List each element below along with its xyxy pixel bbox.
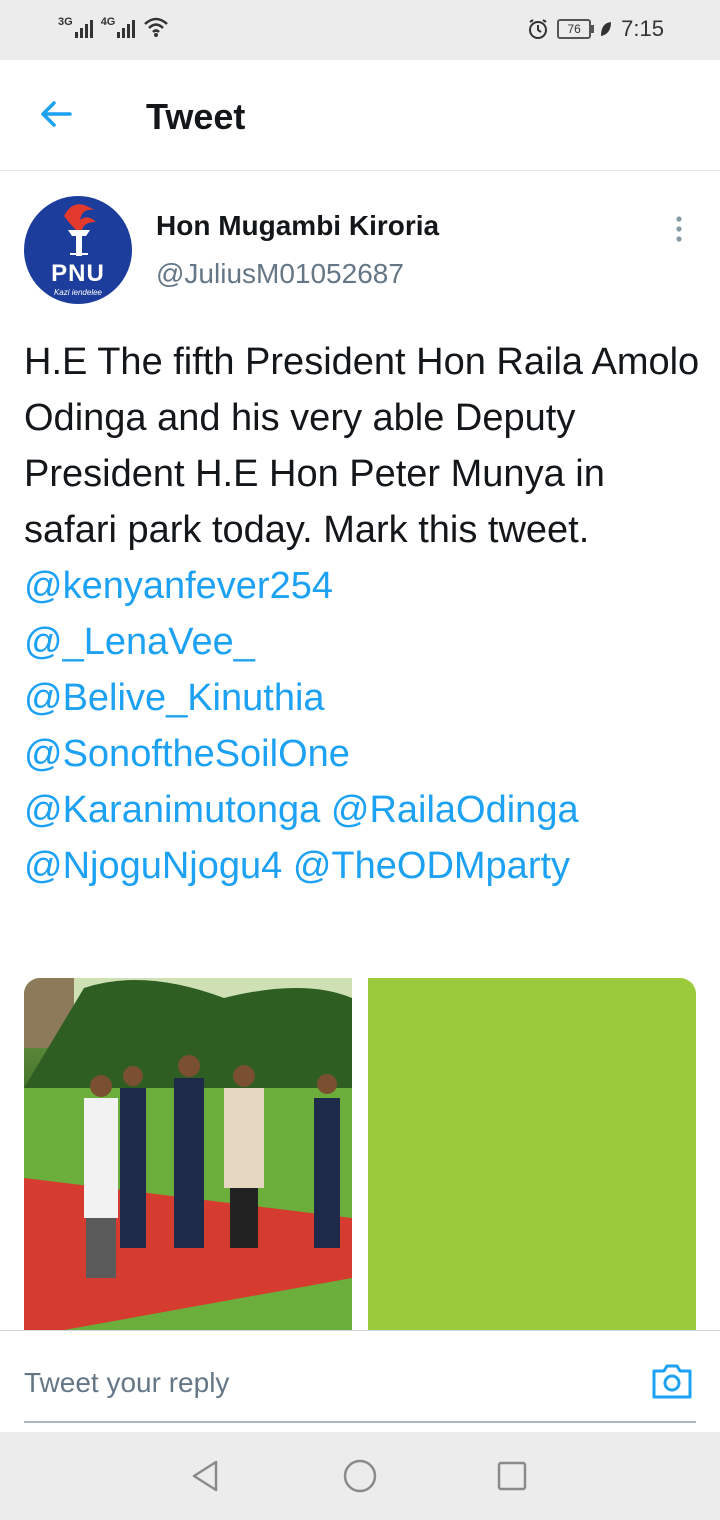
more-vertical-icon[interactable] xyxy=(666,214,692,244)
status-bar: 3G 4G 76 7:15 xyxy=(0,0,720,60)
author-handle[interactable]: @JuliusM01052687 xyxy=(156,258,404,290)
tweet-media xyxy=(24,978,696,1330)
alarm-icon xyxy=(529,19,548,39)
author-display-name[interactable]: Hon Mugambi Kiroria xyxy=(156,210,439,242)
signal-group: 3G 4G xyxy=(58,16,169,38)
page-title: Tweet xyxy=(146,96,246,137)
mention-link[interactable]: @RailaOdinga xyxy=(331,789,579,831)
network-type-label: 4G xyxy=(100,16,116,28)
signal-4g: 4G xyxy=(100,16,136,38)
avatar[interactable]: PNU Kazi iendelee xyxy=(24,196,132,304)
signal-3g: 3G xyxy=(58,16,93,38)
mention-link[interactable]: @SonoftheSoilOne xyxy=(24,733,350,775)
status-right-group: 76 7:15 xyxy=(527,16,664,42)
clock: 7:15 xyxy=(621,16,664,41)
tweet-photo[interactable] xyxy=(24,978,352,1330)
battery-indicator: 76 xyxy=(557,19,595,39)
tweet-photo-2[interactable] xyxy=(368,978,696,1330)
network-type-label: 3G xyxy=(58,16,73,28)
photo-scene xyxy=(24,978,352,1330)
nav-home-icon[interactable] xyxy=(340,1456,380,1496)
avatar-tagline: Kazi iendelee xyxy=(53,288,103,297)
nav-recents-icon[interactable] xyxy=(492,1456,532,1496)
reply-input[interactable]: Tweet your reply xyxy=(24,1367,229,1399)
mention-link[interactable]: @_LenaVee_ xyxy=(24,621,255,663)
signal-bars-icon xyxy=(74,18,93,38)
mention-link[interactable]: @kenyanfever254 xyxy=(24,565,333,607)
tweet-text-content: H.E The fifth President Hon Raila Amolo … xyxy=(24,341,700,551)
app-header: Tweet xyxy=(0,60,720,171)
system-nav-bar xyxy=(0,1432,720,1520)
mention-link[interactable]: @NjoguNjogu4 xyxy=(24,845,282,887)
mention-link[interactable]: @Karanimutonga xyxy=(24,789,320,831)
leaf-icon xyxy=(601,22,612,36)
tweet-text: H.E The fifth President Hon Raila Amolo … xyxy=(24,334,704,894)
camera-icon[interactable] xyxy=(650,1359,694,1403)
avatar-logo-text: PNU xyxy=(51,260,105,287)
reply-underline xyxy=(24,1421,696,1423)
nav-back-icon[interactable] xyxy=(186,1456,226,1496)
reply-bar: Tweet your reply xyxy=(0,1330,720,1433)
mention-link[interactable]: @Belive_Kinuthia xyxy=(24,677,325,719)
wifi-icon xyxy=(144,17,169,37)
back-arrow-icon[interactable] xyxy=(38,96,74,132)
signal-bars-icon xyxy=(117,18,136,38)
mention-link[interactable]: @TheODMparty xyxy=(293,845,570,887)
